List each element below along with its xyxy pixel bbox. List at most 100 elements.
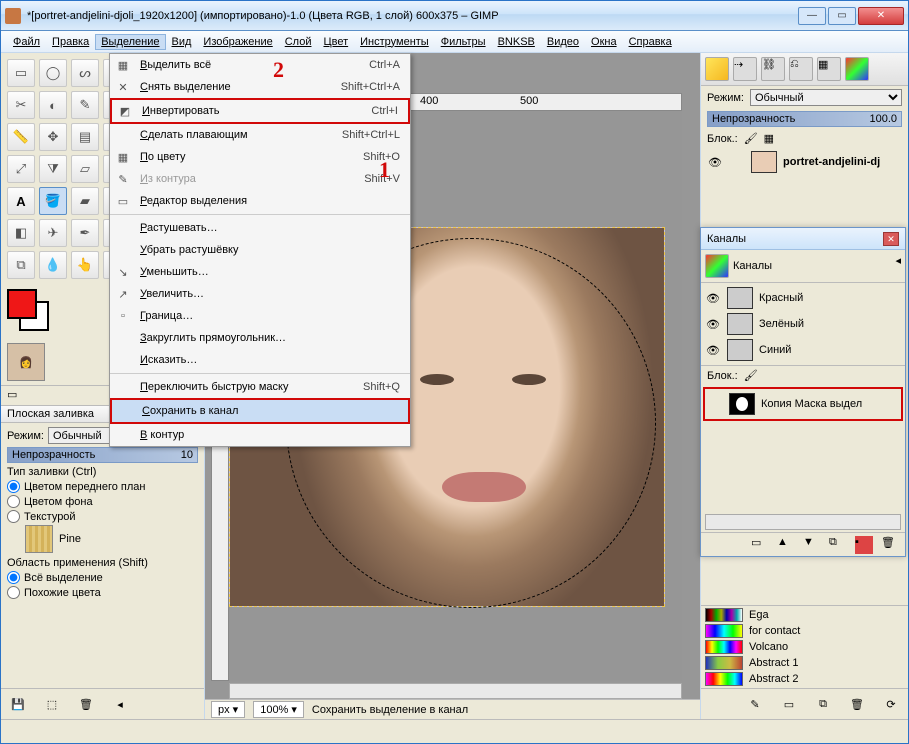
menu-item[interactable]: В контур (110, 424, 410, 446)
menu-item[interactable]: Переключить быструю маскуShift+Q (110, 376, 410, 398)
eye-icon[interactable]: 👁 (705, 318, 721, 331)
texture-swatch[interactable] (25, 525, 53, 553)
foreground-tool[interactable]: ◐ (39, 91, 67, 119)
paths-tab-icon[interactable]: ⛓ (761, 57, 785, 81)
menu-color[interactable]: Цвет (317, 34, 354, 50)
ellipse-select-tool[interactable]: ◯ (39, 59, 67, 87)
tab-tooloptions-icon[interactable]: ▭ (7, 388, 17, 403)
save-icon[interactable]: 💾 (7, 693, 29, 715)
menu-select[interactable]: Выделение (95, 34, 165, 50)
gradient-tool[interactable]: ▰ (71, 187, 99, 215)
color-swatches[interactable] (7, 289, 57, 335)
menu-file[interactable]: Файл (7, 34, 46, 50)
menu-item[interactable]: ↗Увеличить… (110, 283, 410, 305)
menu-item[interactable]: Сохранить в канал (112, 400, 408, 422)
channel-mask-row[interactable]: Копия Маска выдел (703, 387, 903, 421)
channels-tab[interactable] (705, 254, 729, 278)
menu-item[interactable]: ▦Выделить всёCtrl+A (110, 54, 410, 76)
area-opt-all[interactable]: Всё выделение (7, 571, 198, 584)
menu-item[interactable]: Растушевать… (110, 217, 410, 239)
new-grad-icon[interactable]: ▭ (778, 693, 800, 715)
layer-opacity-slider[interactable]: Непрозрачность100.0 (707, 111, 902, 127)
smudge-tool[interactable]: 👆 (71, 251, 99, 279)
ch-down-icon[interactable]: ▼ (803, 536, 821, 554)
restore-icon[interactable]: ⬚ (41, 693, 63, 715)
menu-item[interactable]: ▫Граница… (110, 305, 410, 327)
airbrush-tool[interactable]: ✈ (39, 219, 67, 247)
lock-alpha-icon[interactable]: ▦ (764, 132, 774, 145)
channels-tab-icon[interactable]: ⇢ (733, 57, 757, 81)
reset-icon[interactable]: ◂ (109, 693, 131, 715)
menu-edit[interactable]: Правка (46, 34, 95, 50)
del-grad-icon[interactable]: 🗑 (846, 693, 868, 715)
lasso-tool[interactable]: ᔕ (71, 59, 99, 87)
fill-opt-fg[interactable]: Цветом переднего план (7, 480, 198, 493)
channel-blue[interactable]: 👁Синий (705, 337, 901, 363)
eye-icon[interactable]: 👁 (705, 344, 721, 357)
grad-item[interactable]: Abstract 1 (705, 656, 904, 670)
layer-mode-select[interactable]: Обычный (750, 89, 902, 106)
menu-item[interactable]: ↘Уменьшить… (110, 261, 410, 283)
menu-item[interactable]: ▦По цветуShift+O (110, 146, 410, 168)
ch-sel-icon[interactable]: ▪ (855, 536, 873, 554)
layer-row[interactable]: 👁 portret-andjelini-dj (701, 148, 908, 176)
menu-item[interactable]: Сделать плавающимShift+Ctrl+L (110, 124, 410, 146)
scale-tool[interactable]: ⤢ (7, 155, 35, 183)
menu-layer[interactable]: Слой (279, 34, 318, 50)
scissors-tool[interactable]: ✂ (7, 91, 35, 119)
fg-color[interactable] (7, 289, 37, 319)
eye-icon[interactable]: 👁 (705, 292, 721, 305)
menu-item[interactable]: Закруглить прямоугольник… (110, 327, 410, 349)
fill-opt-tex[interactable]: Текстурой (7, 510, 198, 523)
close-button[interactable]: ✕ (858, 7, 904, 25)
ch-up-icon[interactable]: ▲ (777, 536, 795, 554)
ink-tool[interactable]: ✒ (71, 219, 99, 247)
channels-scrollbar[interactable] (705, 514, 901, 530)
grad-item[interactable]: Volcano (705, 640, 904, 654)
menu-windows[interactable]: Окна (585, 34, 623, 50)
channels-tab-menu-icon[interactable]: ◂ (895, 254, 901, 278)
eye-icon[interactable]: 👁 (707, 156, 723, 169)
menu-tools[interactable]: Инструменты (354, 34, 435, 50)
channels-close-button[interactable]: ✕ (883, 232, 899, 246)
menu-help[interactable]: Справка (623, 34, 678, 50)
extra-tab-icon[interactable]: ▦ (817, 57, 841, 81)
unit-select[interactable]: px ▾ (211, 701, 245, 718)
area-opt-sim[interactable]: Похожие цвета (7, 586, 198, 599)
refresh-grad-icon[interactable]: ⟳ (880, 693, 902, 715)
perspclone-tool[interactable]: ⧉ (7, 251, 35, 279)
horizontal-scrollbar[interactable] (229, 683, 682, 699)
menu-item[interactable]: Исказить… (110, 349, 410, 371)
measure-tool[interactable]: 📏 (7, 123, 35, 151)
menu-view[interactable]: Вид (166, 34, 198, 50)
shear-tool[interactable]: ⧩ (39, 155, 67, 183)
persp-tool[interactable]: ▱ (71, 155, 99, 183)
maximize-button[interactable]: ▭ (828, 7, 856, 25)
minimize-button[interactable]: — (798, 7, 826, 25)
ch-dup-icon[interactable]: ⧉ (829, 536, 847, 554)
edit-grad-icon[interactable]: ✎ (744, 693, 766, 715)
grad-item[interactable]: Ega (705, 608, 904, 622)
bucket-tool[interactable]: 🪣 (39, 187, 67, 215)
menu-video[interactable]: Видео (541, 34, 585, 50)
ch-del-icon[interactable]: 🗑 (881, 536, 899, 554)
opacity-slider[interactable]: Непрозрачность 10 (7, 447, 198, 463)
layers-tab-icon[interactable] (705, 57, 729, 81)
menu-filters[interactable]: Фильтры (435, 34, 492, 50)
image-thumb[interactable]: 👩 (7, 343, 45, 381)
paths-tool[interactable]: ✎ (71, 91, 99, 119)
grad-item[interactable]: for contact (705, 624, 904, 638)
undo-tab-icon[interactable]: ⎌ (789, 57, 813, 81)
menu-bnksb[interactable]: BNKSB (492, 34, 541, 50)
move-tool[interactable]: ✥ (39, 123, 67, 151)
blur-tool[interactable]: 💧 (39, 251, 67, 279)
channel-red[interactable]: 👁Красный (705, 285, 901, 311)
lock-paint-icon[interactable]: 🖌 (744, 132, 758, 145)
lock-icon[interactable]: 🖌 (744, 369, 758, 382)
zoom-select[interactable]: 100% ▾ (253, 701, 304, 718)
menu-item[interactable]: ✕Снять выделениеShift+Ctrl+A (110, 76, 410, 98)
eraser-tool[interactable]: ◧ (7, 219, 35, 247)
rect-select-tool[interactable]: ▭ (7, 59, 35, 87)
menu-item[interactable]: ▭Редактор выделения (110, 190, 410, 212)
rgb-tab-icon[interactable] (845, 57, 869, 81)
